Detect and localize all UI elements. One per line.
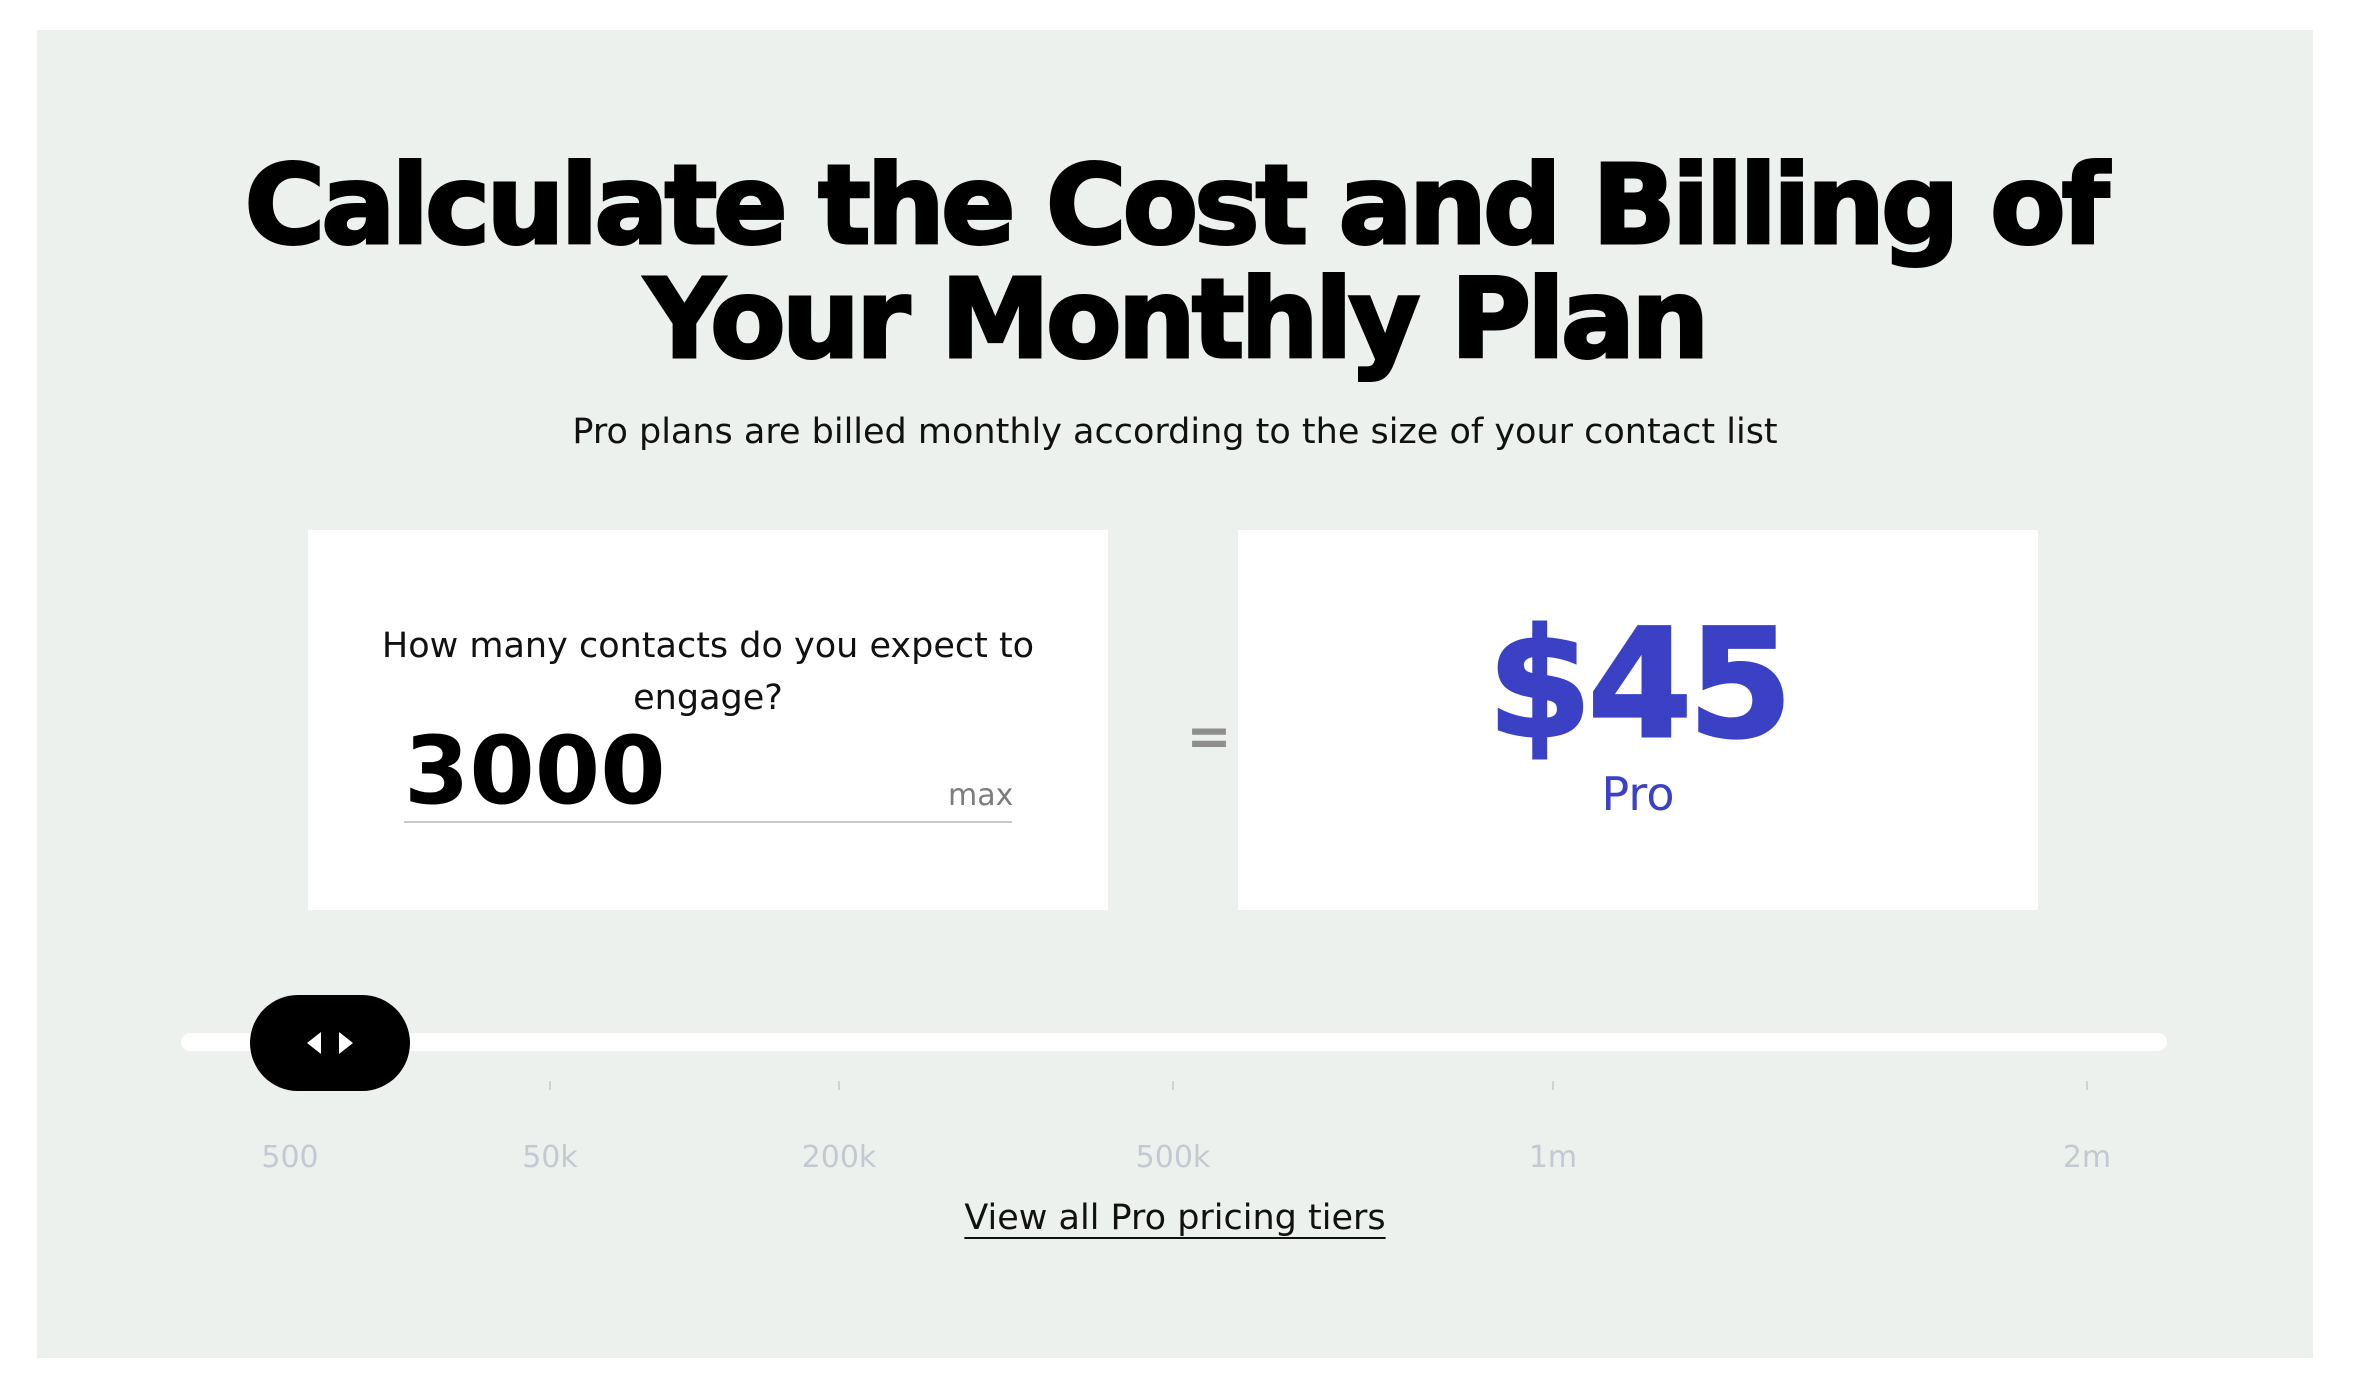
tick-label-2m: 2m: [2062, 1140, 2112, 1175]
contacts-card: How many contacts do you expect to engag…: [308, 530, 1108, 910]
slider-tick-500k: [1172, 1081, 1174, 1090]
slider-track[interactable]: [181, 1033, 2167, 1051]
input-underline: [404, 821, 1012, 823]
page-subtitle: Pro plans are billed monthly according t…: [572, 412, 1778, 452]
page-title: Calculate the Cost and Billing of Your M…: [37, 141, 2313, 383]
title-line-1: Calculate the Cost and Billing of: [243, 141, 2111, 269]
max-button[interactable]: max: [948, 778, 1013, 813]
tick-label-500k: 500k: [1135, 1140, 1211, 1175]
tick-label-200k: 200k: [801, 1140, 877, 1175]
plan-name: Pro: [1601, 767, 1675, 821]
slider-handle[interactable]: [250, 995, 410, 1091]
title-line-2: Your Monthly Plan: [643, 255, 1711, 383]
price-card: $45 Pro: [1238, 530, 2038, 910]
slider-tick-1m: [1552, 1081, 1554, 1090]
contacts-input[interactable]: [404, 726, 914, 816]
slider-tick-2m: [2086, 1081, 2088, 1090]
slider-tick-200k: [838, 1081, 840, 1090]
contacts-question: How many contacts do you expect to engag…: [381, 626, 1035, 718]
pricing-calculator-panel: Calculate the Cost and Billing of Your M…: [37, 30, 2313, 1358]
slider-tick-50k: [549, 1081, 551, 1090]
view-tiers-container: View all Pro pricing tiers: [37, 1195, 2313, 1241]
left-right-arrows-icon: [307, 1032, 353, 1054]
view-pricing-tiers-link[interactable]: View all Pro pricing tiers: [964, 1198, 1385, 1238]
price-value: $45: [1486, 598, 1794, 772]
tick-label-500: 500: [261, 1140, 319, 1175]
tick-label-50k: 50k: [522, 1140, 578, 1175]
tick-label-1m: 1m: [1528, 1140, 1578, 1175]
